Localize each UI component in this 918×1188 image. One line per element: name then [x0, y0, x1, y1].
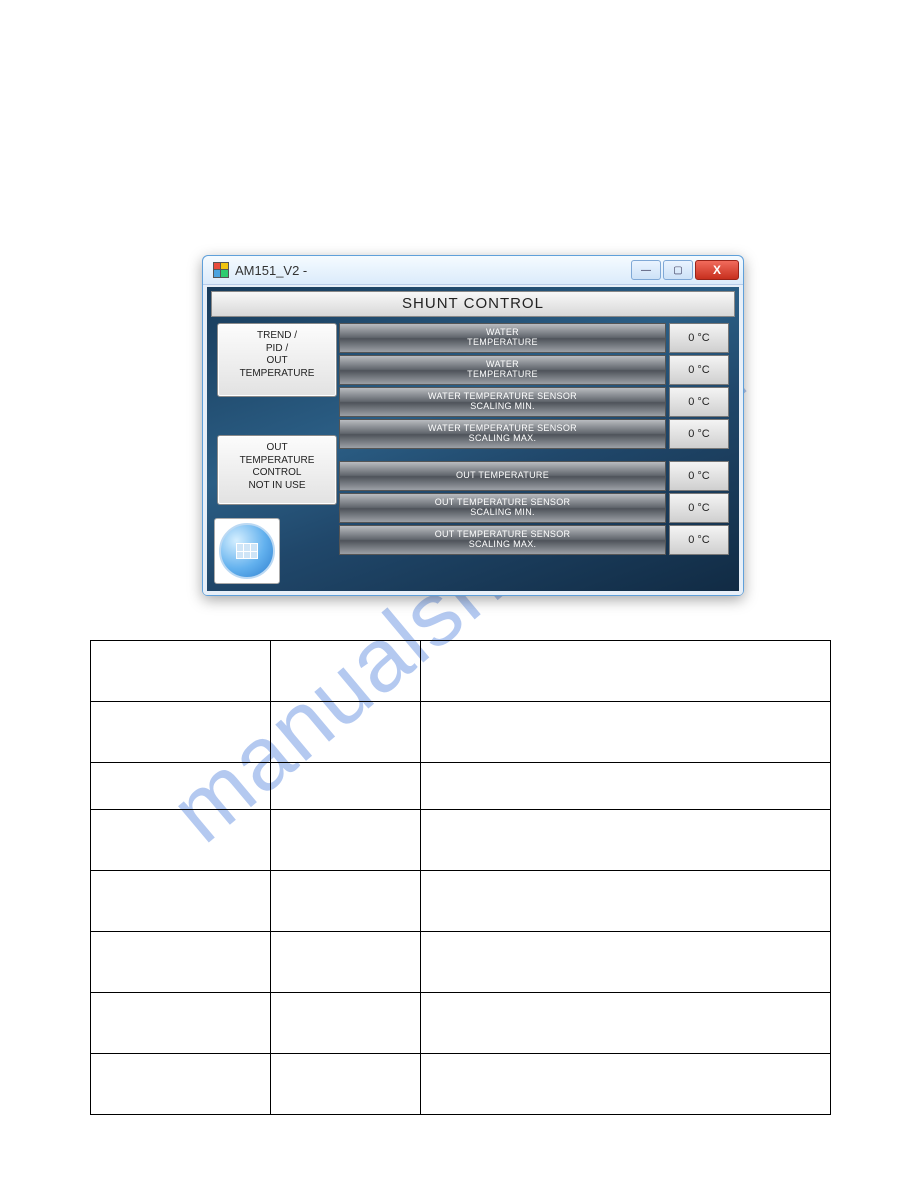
client-area: SHUNT CONTROL TREND / PID / OUT TEMPERAT…	[203, 285, 743, 595]
readout-value: 0 °C	[669, 323, 729, 353]
readout-rows: WATER TEMPERATURE 0 °C WATER TEMPERATURE…	[339, 323, 729, 557]
readout-label: WATER TEMPERATURE	[339, 323, 666, 353]
readout-label: OUT TEMPERATURE SENSOR SCALING MIN.	[339, 493, 666, 523]
minimize-button[interactable]: —	[631, 260, 661, 280]
out-temperature-control-not-in-use-button[interactable]: OUT TEMPERATURE CONTROL NOT IN USE	[217, 435, 337, 505]
table-row	[91, 763, 831, 810]
document-table	[90, 640, 831, 1115]
table-row	[91, 1054, 831, 1115]
table-row	[91, 993, 831, 1054]
maximize-button[interactable]: ▢	[663, 260, 693, 280]
readout-row: OUT TEMPERATURE SENSOR SCALING MAX. 0 °C	[339, 525, 729, 555]
readout-row: WATER TEMPERATURE 0 °C	[339, 355, 729, 385]
app-window: AM151_V2 - — ▢ X SHUNT CONTROL TREND / P…	[202, 255, 744, 596]
readout-label: WATER TEMPERATURE SENSOR SCALING MAX.	[339, 419, 666, 449]
table-row	[91, 932, 831, 993]
readout-value: 0 °C	[669, 493, 729, 523]
readout-value: 0 °C	[669, 419, 729, 449]
readout-row: WATER TEMPERATURE SENSOR SCALING MAX. 0 …	[339, 419, 729, 449]
panel-body: TREND / PID / OUT TEMPERATURE OUT TEMPER…	[211, 317, 735, 587]
caption-buttons: — ▢ X	[629, 260, 739, 280]
readout-label: WATER TEMPERATURE SENSOR SCALING MIN.	[339, 387, 666, 417]
readout-value: 0 °C	[669, 525, 729, 555]
readout-label: OUT TEMPERATURE SENSOR SCALING MAX.	[339, 525, 666, 555]
readout-value: 0 °C	[669, 387, 729, 417]
table-row	[91, 810, 831, 871]
readout-row: OUT TEMPERATURE SENSOR SCALING MIN. 0 °C	[339, 493, 729, 523]
table-row	[91, 702, 831, 763]
app-icon	[213, 262, 229, 278]
home-icon	[219, 523, 275, 579]
table-row	[91, 641, 831, 702]
panel-title: SHUNT CONTROL	[211, 291, 735, 317]
trend-pid-out-temperature-button[interactable]: TREND / PID / OUT TEMPERATURE	[217, 323, 337, 397]
close-button[interactable]: X	[695, 260, 739, 280]
readout-row: OUT TEMPERATURE 0 °C	[339, 461, 729, 491]
window-title: AM151_V2 -	[235, 263, 307, 278]
readout-row: WATER TEMPERATURE 0 °C	[339, 323, 729, 353]
readout-row: WATER TEMPERATURE SENSOR SCALING MIN. 0 …	[339, 387, 729, 417]
readout-value: 0 °C	[669, 461, 729, 491]
readout-label: OUT TEMPERATURE	[339, 461, 666, 491]
home-button[interactable]	[214, 518, 280, 584]
readout-label: WATER TEMPERATURE	[339, 355, 666, 385]
readout-value: 0 °C	[669, 355, 729, 385]
titlebar: AM151_V2 - — ▢ X	[203, 256, 743, 285]
table-row	[91, 871, 831, 932]
